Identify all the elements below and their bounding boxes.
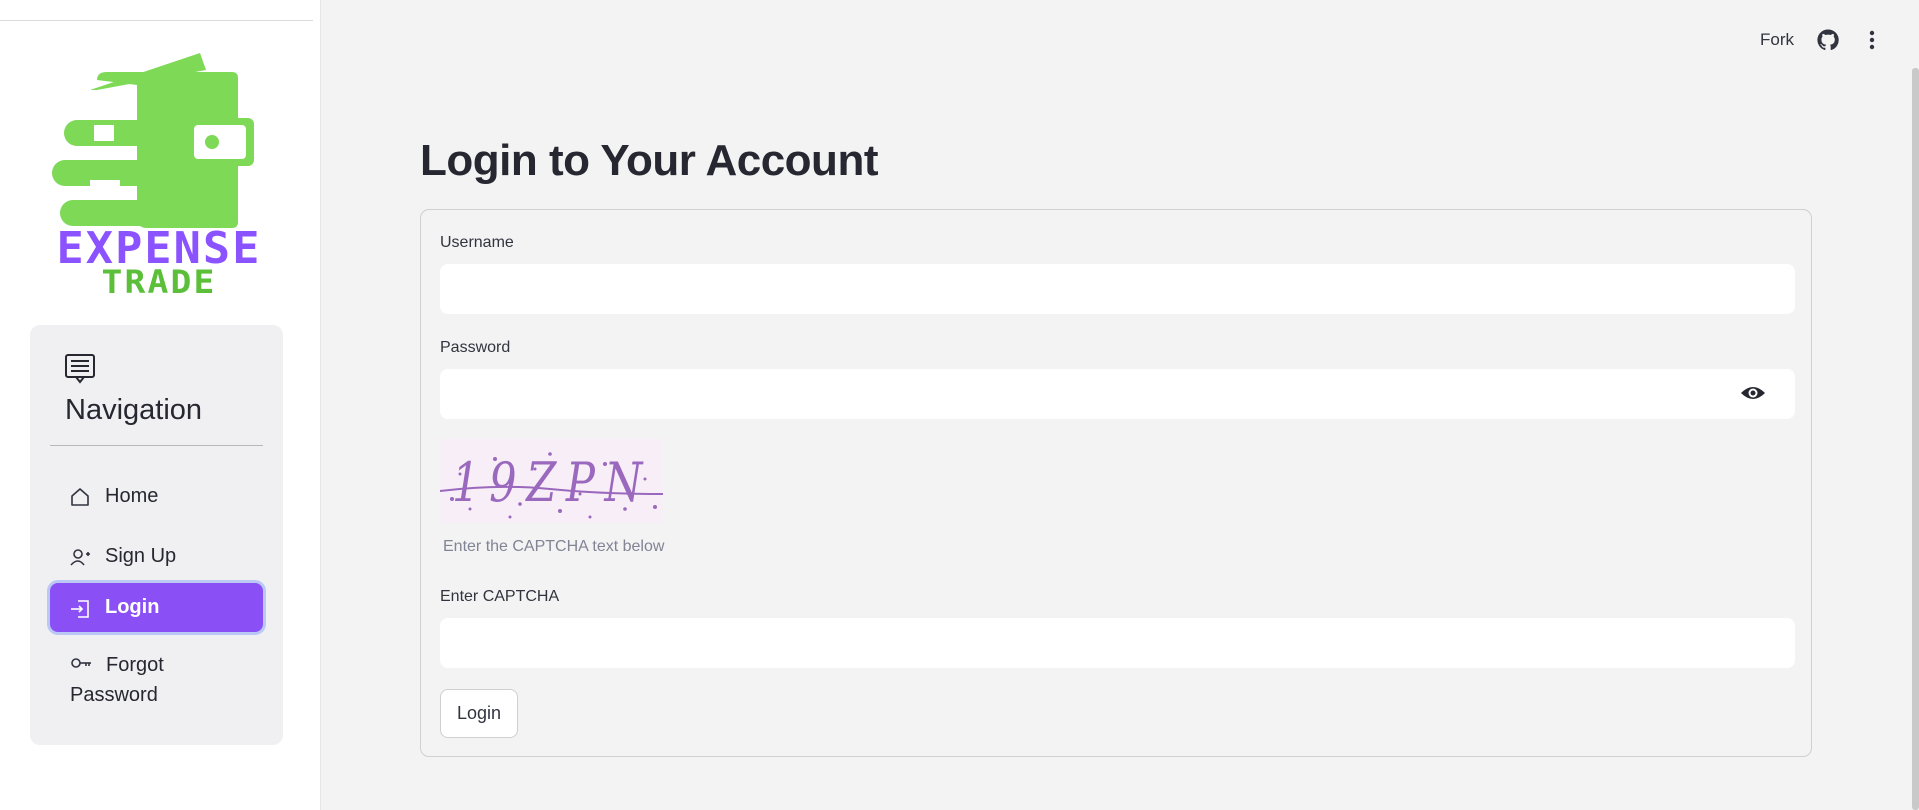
github-icon[interactable]	[1816, 28, 1840, 52]
logo-text-trade: TRADE	[102, 263, 217, 300]
add-user-icon	[70, 549, 90, 566]
captcha-image: 19ZPN	[440, 439, 663, 523]
nav-item-sign-up[interactable]: Sign Up	[50, 534, 263, 578]
password-label: Password	[440, 339, 511, 356]
nav-item-label: Login	[105, 596, 160, 618]
nav-item-label: Home	[105, 484, 159, 507]
sidebar: EXPENSE TRADE Navigation Home Sign Up Lo…	[0, 0, 321, 810]
username-label: Username	[440, 234, 514, 251]
captcha-input[interactable]	[440, 618, 1795, 668]
kebab-menu-icon[interactable]	[1862, 28, 1882, 52]
page-title: Login to Your Account	[420, 136, 878, 185]
password-input[interactable]	[440, 369, 1795, 419]
captcha-hint: Enter the CAPTCHA text below	[443, 538, 665, 555]
nav-item-label-line1: Forgot	[106, 654, 164, 676]
nav-item-login[interactable]: Login	[50, 583, 263, 632]
navigation-title: Navigation	[65, 394, 203, 426]
navigation-divider	[50, 445, 263, 446]
captcha-text: 19ZPN	[452, 451, 652, 514]
nav-item-label-line2: Password	[70, 684, 158, 706]
list-card-icon	[65, 354, 95, 384]
nav-item-label: Sign Up	[105, 544, 177, 567]
captcha-input-label: Enter CAPTCHA	[440, 588, 560, 605]
scrollbar[interactable]	[1912, 68, 1919, 810]
home-icon	[71, 488, 89, 506]
nav-item-forgot-password[interactable]: Forgot Password	[50, 650, 263, 714]
nav-item-home[interactable]: Home	[50, 474, 263, 518]
fork-button[interactable]: Fork	[1760, 30, 1794, 50]
sidebar-divider	[0, 20, 313, 21]
key-icon	[71, 658, 91, 668]
eye-icon[interactable]	[1740, 383, 1766, 403]
expense-trade-logo: EXPENSE TRADE	[52, 53, 260, 300]
login-submit-button[interactable]: Login	[440, 689, 518, 738]
username-input[interactable]	[440, 264, 1795, 314]
login-icon	[71, 599, 89, 618]
